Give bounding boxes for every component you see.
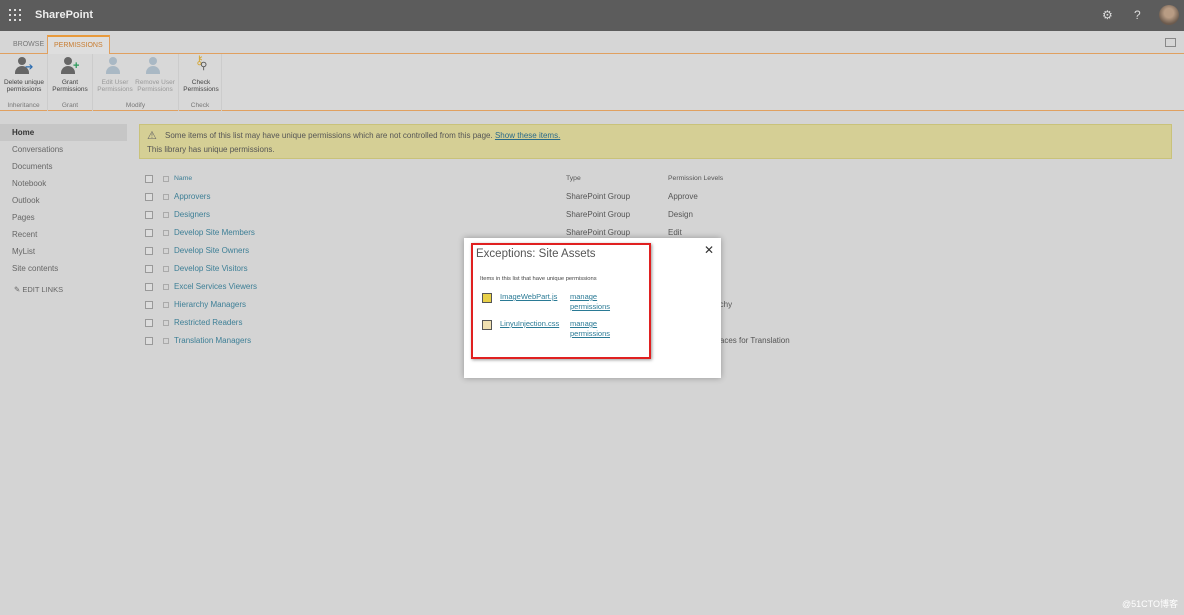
file-link[interactable]: ImageWebPart.js xyxy=(500,292,557,301)
nav-outlook[interactable]: Outlook xyxy=(0,192,127,209)
dialog-title: Exceptions: Site Assets xyxy=(476,248,596,260)
row-checkbox[interactable] xyxy=(145,337,153,345)
focus-mode-icon[interactable] xyxy=(1165,38,1176,47)
table-header: Name Type Permission Levels xyxy=(139,170,1179,188)
group-icon xyxy=(163,302,169,308)
nav-conversations[interactable]: Conversations xyxy=(0,141,127,158)
row-checkbox[interactable] xyxy=(145,301,153,309)
row-checkbox[interactable] xyxy=(145,283,153,291)
watermark: @51CTO博客 xyxy=(1122,599,1178,609)
ribbon-tabs: BROWSE PERMISSIONS xyxy=(0,31,1184,54)
app-title[interactable]: SharePoint xyxy=(35,9,93,21)
permission-level: Design xyxy=(668,210,693,219)
group-icon xyxy=(163,194,169,200)
grant-permissions-button[interactable]: + Grant Permissions xyxy=(48,57,92,93)
manage-permissions-link[interactable]: manage permissions xyxy=(570,292,620,312)
nav-home[interactable]: Home xyxy=(0,124,127,141)
edit-user-permissions-button[interactable]: Edit User Permissions xyxy=(93,57,137,93)
dialog-subtitle: Items in this list that have unique perm… xyxy=(480,276,597,282)
css-file-icon xyxy=(482,320,492,330)
nav-notebook[interactable]: Notebook xyxy=(0,175,127,192)
group-modify: Edit User Permissions Remove User Permis… xyxy=(93,54,179,111)
group-grant: + Grant Permissions Grant xyxy=(48,54,93,111)
nav-site-contents[interactable]: Site contents xyxy=(0,260,127,277)
nav-mylist[interactable]: MyList xyxy=(0,243,127,260)
edit-permissions-icon xyxy=(106,57,124,77)
group-icon xyxy=(163,266,169,272)
edit-links[interactable]: ✎ EDIT LINKS xyxy=(0,285,127,294)
group-name-link[interactable]: Develop Site Owners xyxy=(174,242,249,260)
group-label: Check xyxy=(190,102,210,109)
group-label: Grant xyxy=(61,102,79,109)
group-label: Inheritance xyxy=(7,102,40,109)
help-icon[interactable]: ? xyxy=(1134,8,1141,22)
select-all-checkbox[interactable] xyxy=(145,175,153,183)
manage-permissions-link[interactable]: manage permissions xyxy=(570,319,620,339)
exceptions-dialog: Exceptions: Site Assets ✕ Items in this … xyxy=(464,238,721,378)
row-checkbox[interactable] xyxy=(145,247,153,255)
status-banner: ⚠ Some items of this list may have uniqu… xyxy=(139,124,1172,159)
show-items-link[interactable]: Show these items. xyxy=(495,131,560,140)
group-type: SharePoint Group xyxy=(566,210,631,219)
row-checkbox[interactable] xyxy=(145,211,153,219)
avatar[interactable] xyxy=(1159,5,1179,25)
key-magnifier-icon: ⚷ ⚲ xyxy=(195,53,208,72)
group-icon xyxy=(163,284,169,290)
table-row[interactable]: Approvers SharePoint Group Approve xyxy=(139,188,1179,206)
table-row[interactable]: Designers SharePoint Group Design xyxy=(139,206,1179,224)
close-icon[interactable]: ✕ xyxy=(704,243,714,257)
gear-icon[interactable]: ⚙ xyxy=(1102,8,1113,22)
waffle-icon[interactable] xyxy=(9,9,21,21)
group-name-link[interactable]: Approvers xyxy=(174,188,210,206)
group-type: SharePoint Group xyxy=(566,192,631,201)
highlight-box xyxy=(471,243,651,359)
group-icon xyxy=(163,320,169,326)
nav-pages[interactable]: Pages xyxy=(0,209,127,226)
group-name-link[interactable]: Translation Managers xyxy=(174,332,251,350)
group-name-link[interactable]: Designers xyxy=(174,206,210,224)
js-file-icon xyxy=(482,293,492,303)
tab-permissions[interactable]: PERMISSIONS xyxy=(47,35,110,54)
group-name-link[interactable]: Hierarchy Managers xyxy=(174,296,246,314)
left-nav: Home Conversations Documents Notebook Ou… xyxy=(0,124,127,294)
group-name-link[interactable]: Restricted Readers xyxy=(174,314,242,332)
group-icon xyxy=(163,212,169,218)
group-icon xyxy=(163,338,169,344)
row-checkbox[interactable] xyxy=(145,229,153,237)
delete-unique-permissions-button[interactable]: ➔ Delete unique permissions xyxy=(2,57,46,93)
row-checkbox[interactable] xyxy=(145,193,153,201)
row-checkbox[interactable] xyxy=(145,319,153,327)
group-icon xyxy=(163,248,169,254)
group-icon xyxy=(163,230,169,236)
nav-recent[interactable]: Recent xyxy=(0,226,127,243)
group-name-link[interactable]: Develop Site Members xyxy=(174,224,255,242)
row-checkbox[interactable] xyxy=(145,265,153,273)
remove-user-permissions-button[interactable]: Remove User Permissions xyxy=(133,57,177,93)
nav-documents[interactable]: Documents xyxy=(0,158,127,175)
group-check: ⚷ ⚲ Check Permissions Check xyxy=(179,54,222,111)
permission-level: rfaces for Translation xyxy=(715,336,790,345)
file-link[interactable]: LinyuInjection.css xyxy=(500,319,559,328)
tab-browse[interactable]: BROWSE xyxy=(7,36,50,53)
group-name-link[interactable]: Excel Services Viewers xyxy=(174,278,257,296)
check-permissions-button[interactable]: ⚷ ⚲ Check Permissions xyxy=(179,53,223,93)
group-inheritance: ➔ Delete unique permissions Inheritance xyxy=(0,54,48,111)
suite-bar: SharePoint ⚙ ? xyxy=(0,0,1184,31)
remove-permissions-icon xyxy=(146,57,164,77)
warning-icon: ⚠ xyxy=(147,130,157,142)
type-icon xyxy=(163,176,169,182)
grant-permissions-icon: + xyxy=(61,57,79,77)
group-name-link[interactable]: Develop Site Visitors xyxy=(174,260,248,278)
group-label: Modify xyxy=(125,102,146,109)
permission-level: Approve xyxy=(668,192,698,201)
ribbon: ➔ Delete unique permissions Inheritance … xyxy=(0,54,1184,111)
delete-permissions-icon: ➔ xyxy=(15,57,33,77)
